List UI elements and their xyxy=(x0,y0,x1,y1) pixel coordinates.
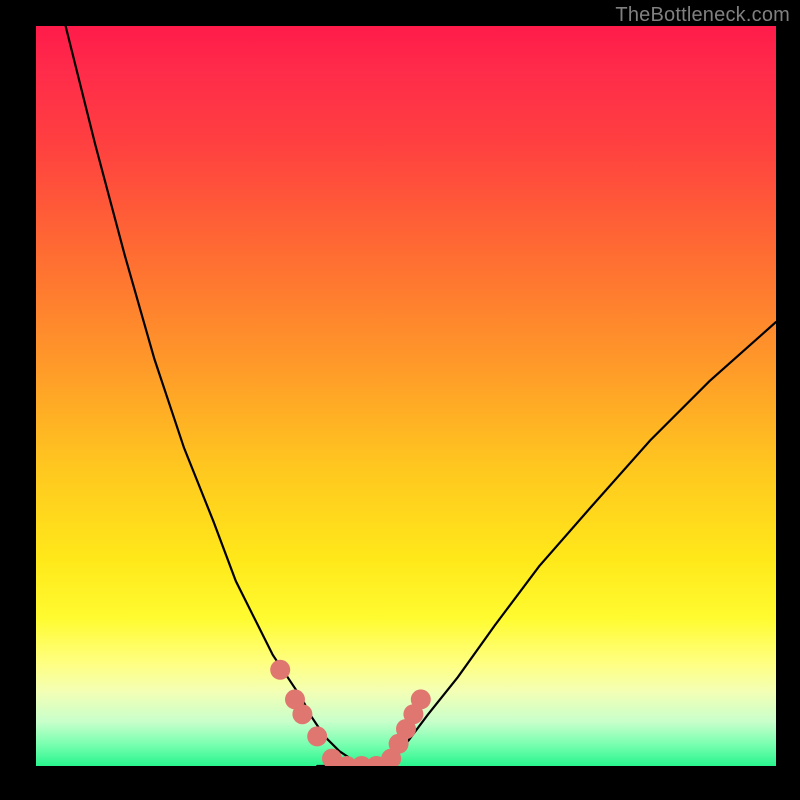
plot-area xyxy=(36,26,776,766)
marker-layer xyxy=(36,26,776,766)
watermark-text: TheBottleneck.com xyxy=(615,4,790,27)
highlight-dot xyxy=(307,726,327,746)
highlight-dot xyxy=(270,660,290,680)
highlight-dots xyxy=(270,660,431,766)
highlight-dot xyxy=(411,689,431,709)
chart-canvas: TheBottleneck.com xyxy=(0,0,800,800)
highlight-dot xyxy=(292,704,312,724)
